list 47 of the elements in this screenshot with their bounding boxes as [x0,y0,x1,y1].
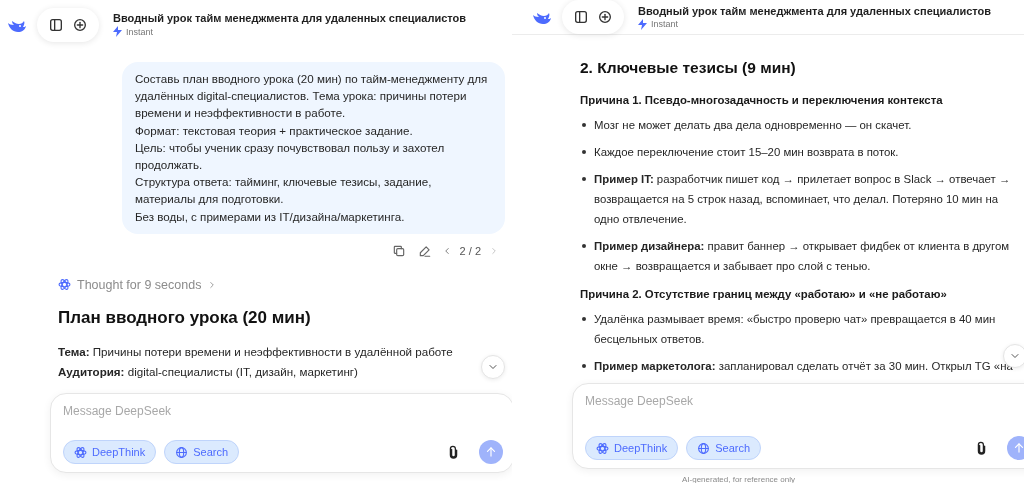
disclaimer-text: AI-generated, for reference only [682,475,795,483]
bullet-text: Удалёнка размывает время: «быстро проверю чат» превращается в 40 мин бесцельных ответов. [594,312,997,347]
chat-title: Вводный урок тайм менеджмента для удаленных специалистов [638,4,991,17]
plus-circle-icon [597,9,613,25]
section-subheading: Причина 1. Псевдо-многозадачность и переключения контекста [580,94,944,106]
arrow-up-icon [484,445,498,459]
sidebar-icon [48,16,64,33]
bullet-text: Пример IT: разработчик пишет код → прилетает вопрос в Slack → отвечает → возвращается на 5 строк назад, вспоминает, что делал. Потеряно 10 мин на одно отвлечение. [594,172,1012,227]
mode-label: Instant [651,19,679,29]
plus-circle-icon [72,16,88,33]
mode-toggle[interactable]: Search [164,440,240,464]
bullet-dot [582,177,586,181]
mode-label: Instant [126,26,154,37]
copy-icon [391,243,406,258]
bullet-text: Пример дизайнера: правит баннер → открывает фидбек от клиента в другом окне → возвращается и забывает про слой с тенью. [594,239,1011,274]
mode-toggle[interactable]: DeepThink [63,440,157,464]
bullet-dot [582,364,586,368]
globe-icon [697,441,711,455]
bullet-dot [582,123,586,127]
chevron-right-icon [489,245,499,256]
section-subheading: Причина 2. Отсутствие границ между «работаю» и «не работаю» [580,288,948,300]
pencil-icon [417,243,432,258]
user-message: Составь план вводного урока (20 мин) по тайм-менеджменту для удалённых digital-специалистов. Тема урока: причины потери времени и неэффективности в работе. Формат: текстовая теория + практическое задание. Цель: чтобы ученик сразу почувствовал пользу и захотел продолжать. Структура ответа: тайминг, ключевые тезисы, задание, материалы для подготовки. Без воды, с примерами из IT/дизайна/маркетинга. [122,62,505,234]
answer-heading: 2. Ключевые тезисы (9 мин) [580,59,797,77]
chat-title: Вводный урок тайм менеджмента для удаленных специалистов [113,12,466,24]
arrow-up-icon [1012,441,1024,455]
mode-toggle[interactable]: Search [686,436,762,460]
version-counter: 2 / 2 [459,244,481,257]
answer-heading: План вводного урока (20 мин) [58,307,312,328]
message-input[interactable]: Message DeepSeek [63,404,363,418]
answer-line: Тема: Причины потери времени и неэффективности в удалённой работе [58,345,453,358]
message-input[interactable]: Message DeepSeek [585,394,885,408]
bullet-dot [582,150,586,154]
bullet-text: Мозг не может делать два дела одновременно — он скачет. [594,118,913,133]
sidebar-icon [573,9,589,25]
atom-icon [74,445,87,459]
globe-icon [175,445,189,459]
thought-toggle[interactable]: Thought for 9 seconds [58,277,218,292]
lightning-icon [638,18,647,30]
bullet-dot [582,317,586,321]
answer-line: Аудитория: digital-специалисты (IT, дизайн, маркетинг) [58,365,358,378]
mode-toggle[interactable]: DeepThink [585,436,679,460]
bullet-text: Каждое переключение стоит 15–20 мин возврата в поток. [594,145,900,160]
lightning-icon [113,26,122,37]
bullet-dot [582,244,586,248]
atom-icon [58,278,71,292]
atom-icon [596,441,609,455]
